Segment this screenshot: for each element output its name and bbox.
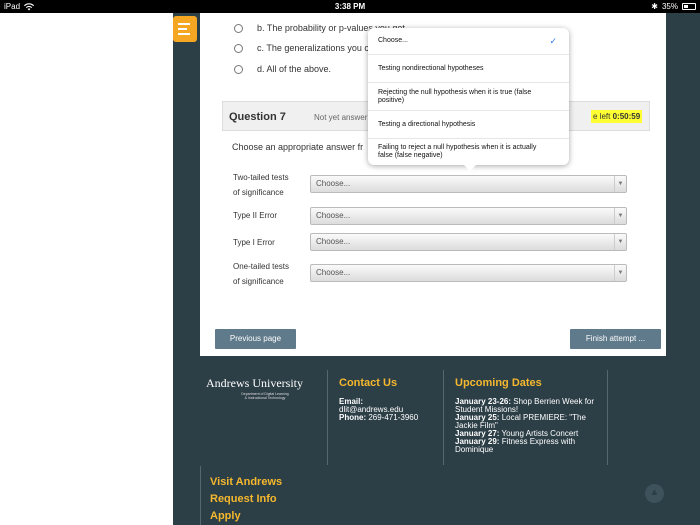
bluetooth-icon: ✱ xyxy=(651,2,658,11)
answer-option-c[interactable]: c. The generalizations you c xyxy=(234,43,369,53)
dropdown-option-nondirectional[interactable]: Testing nondirectional hypotheses xyxy=(368,55,569,83)
match-label-type-ii: Type II Error xyxy=(233,208,303,223)
label-line: Two-tailed tests xyxy=(233,173,289,182)
status-bar: iPad 3:38 PM ✱ 35% xyxy=(0,0,700,13)
left-blank-area xyxy=(0,13,173,525)
match-select-type-ii[interactable]: Choose... ▼ xyxy=(310,207,627,225)
option-text: Testing nondirectional hypotheses xyxy=(378,64,484,72)
match-select-one-tailed[interactable]: Choose... ▼ xyxy=(310,264,627,282)
site-footer: Andrews University Department of Digital… xyxy=(200,356,666,525)
footer-links: Visit Andrews Request Info Apply xyxy=(210,474,282,525)
timer-label: e left xyxy=(593,112,611,121)
dropdown-popover: Choose... ✓ Testing nondirectional hypot… xyxy=(368,28,569,171)
event-item: January 29: Fitness Express with Dominiq… xyxy=(455,438,605,454)
chevron-up-icon: ▲ xyxy=(649,487,660,498)
dropdown-option-choose[interactable]: Choose... ✓ xyxy=(368,28,569,55)
contact-email: Email: dlit@andrews.edu Phone: 269-471-3… xyxy=(339,398,418,422)
option-text: Testing a directional hypothesis xyxy=(378,120,476,128)
label-line: One-tailed tests xyxy=(233,262,290,271)
select-value: Choose... xyxy=(316,211,351,220)
visit-andrews-link[interactable]: Visit Andrews xyxy=(210,474,282,491)
event-item: January 23-26: Shop Berrien Week for Stu… xyxy=(455,398,605,414)
footer-divider xyxy=(443,370,444,465)
left-page-edge xyxy=(173,13,200,525)
logo-text: Andrews University xyxy=(206,376,303,390)
radio-button[interactable] xyxy=(234,43,243,53)
select-value: Choose... xyxy=(316,268,351,277)
event-item: January 25: Local PREMIERE: "The Jackie … xyxy=(455,414,605,430)
option-text: Choose... xyxy=(378,37,408,44)
label-line: of significance xyxy=(233,188,284,197)
back-to-top-button[interactable]: ▲ xyxy=(645,484,664,503)
dropdown-option-false-positive[interactable]: Rejecting the null hypothesis when it is… xyxy=(368,83,569,111)
phone-label: Phone: xyxy=(339,413,367,422)
quiz-timer: e left 0:50:59 xyxy=(591,110,643,123)
question-prompt: Choose an appropriate answer fr xyxy=(232,142,364,152)
logo-subtitle: Department of Digital Learning & Instruc… xyxy=(206,392,324,400)
dropdown-option-directional[interactable]: Testing a directional hypothesis xyxy=(368,111,569,139)
match-select-two-tailed[interactable]: Choose... ▼ xyxy=(310,175,627,193)
option-text: Rejecting the null hypothesis when it is… xyxy=(378,88,532,104)
option-text: d. All of the above. xyxy=(257,64,332,74)
match-select-type-i[interactable]: Choose... ▼ xyxy=(310,233,627,251)
phone-link[interactable]: 269-471-3960 xyxy=(368,413,418,422)
radio-button[interactable] xyxy=(234,64,243,74)
chevron-down-icon: ▼ xyxy=(614,176,626,192)
chevron-down-icon: ▼ xyxy=(614,234,626,250)
label-line: Type I Error xyxy=(233,238,275,247)
finish-attempt-button[interactable]: Finish attempt ... xyxy=(570,329,661,349)
right-page-edge xyxy=(666,13,700,525)
checkmark-icon: ✓ xyxy=(549,36,557,46)
battery-percent: 35% xyxy=(661,2,678,11)
answer-option-d[interactable]: d. All of the above. xyxy=(234,64,331,74)
option-text: Failing to reject a null hypothesis when… xyxy=(378,144,537,159)
select-value: Choose... xyxy=(316,179,351,188)
logo-subtitle-line: & Instructional Technology xyxy=(244,396,286,400)
option-text: c. The generalizations you c xyxy=(257,43,369,53)
chevron-down-icon: ▼ xyxy=(614,208,626,224)
events-list: January 23-26: Shop Berrien Week for Stu… xyxy=(455,398,605,454)
battery-icon xyxy=(682,3,696,10)
chevron-down-icon: ▼ xyxy=(614,265,626,281)
label-line: Type II Error xyxy=(233,211,278,220)
status-time: 3:38 PM xyxy=(334,2,366,11)
request-info-link[interactable]: Request Info xyxy=(210,491,282,508)
previous-page-button[interactable]: Previous page xyxy=(215,329,296,349)
match-label-one-tailed: One-tailed tests of significance xyxy=(233,259,303,289)
footer-divider xyxy=(327,370,328,465)
radio-button[interactable] xyxy=(234,23,243,33)
drawer-toggle-button[interactable] xyxy=(173,16,197,42)
question-title: Question 7 xyxy=(229,111,286,123)
university-logo[interactable]: Andrews University Department of Digital… xyxy=(206,376,324,400)
question-status: Not yet answer xyxy=(314,113,368,122)
apply-link[interactable]: Apply xyxy=(210,508,282,525)
select-value: Choose... xyxy=(316,237,351,246)
footer-divider xyxy=(607,370,608,465)
dropdown-option-false-negative[interactable]: Failing to reject a null hypothesis when… xyxy=(368,139,569,165)
label-line: of significance xyxy=(233,277,284,286)
match-label-two-tailed: Two-tailed tests of significance xyxy=(233,170,303,200)
contact-heading: Contact Us xyxy=(339,377,398,389)
upcoming-dates-heading: Upcoming Dates xyxy=(455,377,542,389)
match-label-type-i: Type I Error xyxy=(233,235,303,250)
footer-divider xyxy=(200,466,201,525)
timer-value: 0:50:59 xyxy=(612,112,641,121)
